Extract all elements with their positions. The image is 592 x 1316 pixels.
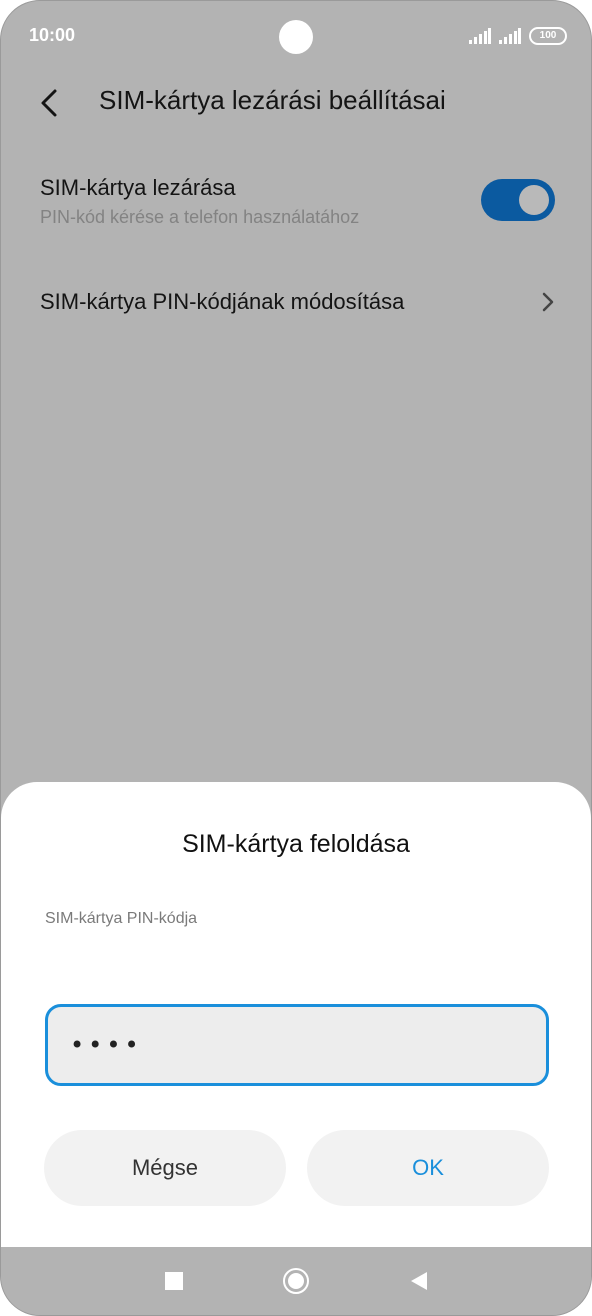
- status-time: 10:00: [29, 25, 76, 45]
- toggle-knob: [519, 185, 549, 215]
- cancel-button[interactable]: Mégse: [44, 1130, 286, 1206]
- signal-icon: [469, 28, 491, 44]
- status-icons: 100: [469, 25, 567, 47]
- back-button[interactable]: [33, 81, 69, 125]
- setting-change-pin-title: SIM-kártya PIN-kódjának módosítása: [40, 289, 405, 314]
- signal-icon: [499, 28, 521, 44]
- chevron-left-icon: [41, 89, 57, 117]
- front-camera-cutout: [279, 20, 313, 54]
- home-icon[interactable]: [283, 1268, 309, 1294]
- recent-apps-icon[interactable]: [165, 1272, 183, 1290]
- phone-screen: 10:00 100 SIM-kártya lezárási beállítása…: [0, 0, 592, 1316]
- pin-field-label: SIM-kártya PIN-kódja: [45, 910, 198, 927]
- unlock-sim-dialog: SIM-kártya feloldása SIM-kártya PIN-kódj…: [1, 782, 591, 1248]
- pin-input[interactable]: [48, 1007, 546, 1083]
- battery-level: 100: [539, 30, 557, 41]
- setting-sim-lock-title: SIM-kártya lezárása: [40, 175, 236, 200]
- app-header: SIM-kártya lezárási beállításai: [1, 77, 591, 127]
- status-bar: 10:00 100: [1, 1, 591, 71]
- ok-button[interactable]: OK: [307, 1130, 549, 1206]
- dialog-title: SIM-kártya feloldása: [182, 830, 410, 858]
- setting-change-pin[interactable]: SIM-kártya PIN-kódjának módosítása: [1, 275, 591, 331]
- page-title: SIM-kártya lezárási beállításai: [99, 85, 446, 115]
- setting-sim-lock-subtitle: PIN-kód kérése a telefon használatához: [40, 207, 360, 227]
- navigation-bar: [1, 1247, 591, 1315]
- setting-sim-lock[interactable]: SIM-kártya lezárása PIN-kód kérése a tel…: [1, 169, 591, 241]
- sim-lock-toggle[interactable]: [481, 179, 555, 221]
- battery-icon: 100: [529, 27, 567, 45]
- pin-field[interactable]: [45, 1004, 549, 1086]
- chevron-right-icon: [542, 292, 554, 312]
- back-triangle-icon[interactable]: [409, 1270, 429, 1292]
